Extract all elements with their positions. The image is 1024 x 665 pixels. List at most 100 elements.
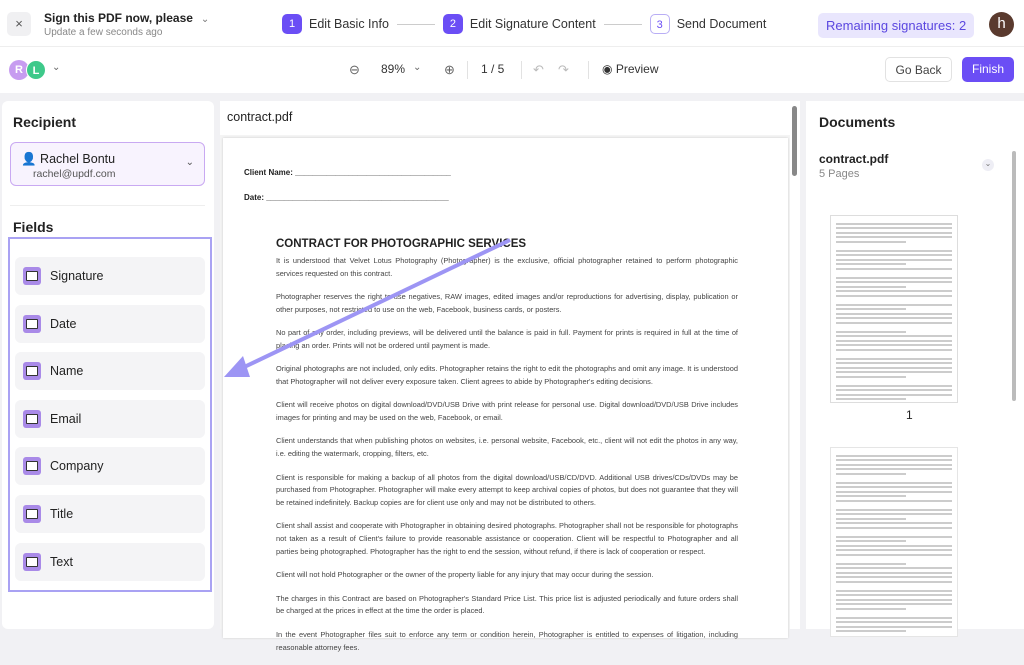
recipient-selector[interactable]: 👤 Rachel Bontu rachel@updf.com ⌄: [10, 142, 205, 186]
thumbnail-text-line: [836, 531, 952, 533]
thumbnail-text-line: [836, 303, 952, 306]
client-name-line: Client Name: ___________________________…: [244, 168, 451, 177]
toolbar: R L ⌄ ⊖ 89% ⌄ ⊕ 1 / 5 ↶ ↷ ◉ Preview Go B…: [0, 47, 1024, 93]
divider: [10, 205, 205, 206]
thumbnail-text-line: [836, 267, 952, 270]
field-signature[interactable]: Signature: [15, 257, 205, 295]
zoom-in-icon[interactable]: ⊕: [444, 62, 455, 78]
calendar-icon: [23, 315, 41, 333]
header: × Sign this PDF now, please ⌄ Update a fe…: [0, 0, 1024, 47]
remaining-signatures-badge: Remaining signatures: 2: [818, 13, 975, 38]
document-viewer: contract.pdf Client Name: ______________…: [220, 101, 800, 652]
thumbnail-text-line: [836, 308, 906, 310]
step-3-label: Send Document: [676, 17, 767, 31]
documents-heading: Documents: [819, 114, 896, 130]
contract-paragraph: It is understood that Velvet Lotus Photo…: [276, 256, 738, 278]
thumbnail-text-line: [836, 366, 952, 369]
thumbnail-text-line: [836, 294, 952, 297]
thumbnail-text-line: [836, 499, 952, 502]
recipient-avatar-l[interactable]: L: [26, 60, 46, 80]
fields-list: Signature Date Name Email Company Title …: [8, 237, 212, 592]
user-icon: 👤: [21, 152, 41, 166]
finish-button[interactable]: Finish: [962, 57, 1014, 82]
thumbnail-text-line: [836, 326, 952, 328]
thumbnail-text-line: [836, 481, 952, 484]
thumbnail-text-line: [836, 321, 952, 324]
thumbnail-text-line: [836, 486, 952, 488]
chevron-down-icon: ⌄: [185, 157, 194, 168]
chevron-down-icon[interactable]: ⌄: [413, 62, 421, 73]
page-thumbnail-2[interactable]: [830, 447, 958, 637]
thumbnail-text-line: [836, 549, 952, 551]
thumbnail-text-line: [836, 227, 952, 229]
zoom-out-icon[interactable]: ⊖: [349, 62, 360, 78]
building-icon: [23, 457, 41, 475]
contract-body: It is understood that Velvet Lotus Photo…: [276, 255, 738, 665]
thumbnail-text-line: [836, 276, 952, 279]
field-label: Title: [50, 507, 74, 521]
contract-paragraph: In the event Photographer files suit to …: [276, 629, 738, 652]
contract-paragraph: Client shall assist and cooperate with P…: [276, 521, 738, 557]
thumbnail-text-line: [836, 621, 952, 623]
field-text[interactable]: Text: [15, 543, 205, 581]
thumbnail-text-line: [836, 594, 952, 596]
chevron-down-icon[interactable]: ⌄: [982, 159, 994, 171]
field-title[interactable]: Title: [15, 495, 205, 533]
page-indicator[interactable]: 1 / 5: [481, 62, 504, 76]
contract-paragraph: The charges in this Contract are based o…: [276, 593, 738, 616]
thumbnail-text-line: [836, 459, 952, 461]
go-back-button[interactable]: Go Back: [885, 57, 952, 82]
scrollbar[interactable]: [1012, 151, 1016, 401]
recipient-email: rachel@updf.com: [33, 168, 116, 180]
thumbnail-text-line: [836, 513, 952, 515]
field-label: Email: [50, 412, 82, 426]
thumbnail-text-line: [836, 254, 952, 256]
thumbnail-text-line: [836, 585, 906, 587]
field-name[interactable]: Name: [15, 352, 205, 390]
field-label: Text: [50, 555, 73, 569]
field-email[interactable]: Email: [15, 400, 205, 438]
thumbnail-text-line: [836, 630, 906, 632]
signature-icon: [23, 267, 41, 285]
thumbnail-text-line: [836, 544, 952, 547]
close-button[interactable]: ×: [7, 12, 31, 36]
documents-panel: Documents contract.pdf 5 Pages ⌄ 1: [806, 101, 1024, 637]
eye-icon: ◉: [602, 62, 616, 76]
zoom-level[interactable]: 89%: [381, 62, 405, 76]
thumbnail-text-line: [836, 317, 952, 319]
contract-paragraph: No part of any order, including previews…: [276, 328, 738, 350]
divider: [467, 61, 468, 79]
fields-heading: Fields: [13, 219, 54, 235]
page-thumbnail-1[interactable]: [830, 215, 958, 403]
thumbnail-text-line: [836, 335, 952, 337]
scrollbar[interactable]: [792, 106, 797, 176]
chevron-down-icon[interactable]: ⌄: [52, 62, 60, 73]
thumbnail-text-line: [836, 398, 906, 400]
document-title[interactable]: Sign this PDF now, please ⌄: [44, 11, 209, 25]
field-date[interactable]: Date: [15, 305, 205, 343]
chevron-down-icon[interactable]: ⌄: [201, 14, 209, 25]
field-company[interactable]: Company: [15, 447, 205, 485]
thumbnail-text-line: [836, 339, 952, 342]
recipient-name: 👤 Rachel Bontu: [21, 152, 115, 167]
divider: [521, 61, 522, 79]
thumbnail-text-line: [836, 249, 952, 252]
redo-icon[interactable]: ↷: [558, 62, 569, 78]
page-count: 5 Pages: [819, 168, 860, 180]
thumbnail-text-line: [836, 272, 952, 274]
thumbnail-text-line: [836, 362, 952, 364]
thumbnail-text-line: [836, 580, 952, 583]
contract-paragraph: Photographer reserves the right to use n…: [276, 292, 738, 314]
thumbnail-text-line: [836, 472, 906, 475]
undo-icon[interactable]: ↶: [533, 62, 544, 78]
thumbnail-text-line: [836, 348, 952, 351]
file-name: contract.pdf: [227, 110, 293, 124]
preview-button[interactable]: ◉ Preview: [602, 62, 659, 76]
pdf-page[interactable]: Client Name: ___________________________…: [223, 138, 788, 652]
thumbnail-text-line: [836, 504, 952, 506]
thumbnail-text-line: [836, 389, 952, 391]
left-panel: Recipient 👤 Rachel Bontu rachel@updf.com…: [2, 101, 214, 629]
stepper: 1 Edit Basic Info 2 Edit Signature Content…: [282, 14, 766, 34]
thumbnail-text-line: [836, 625, 952, 628]
user-avatar[interactable]: h: [989, 12, 1014, 37]
